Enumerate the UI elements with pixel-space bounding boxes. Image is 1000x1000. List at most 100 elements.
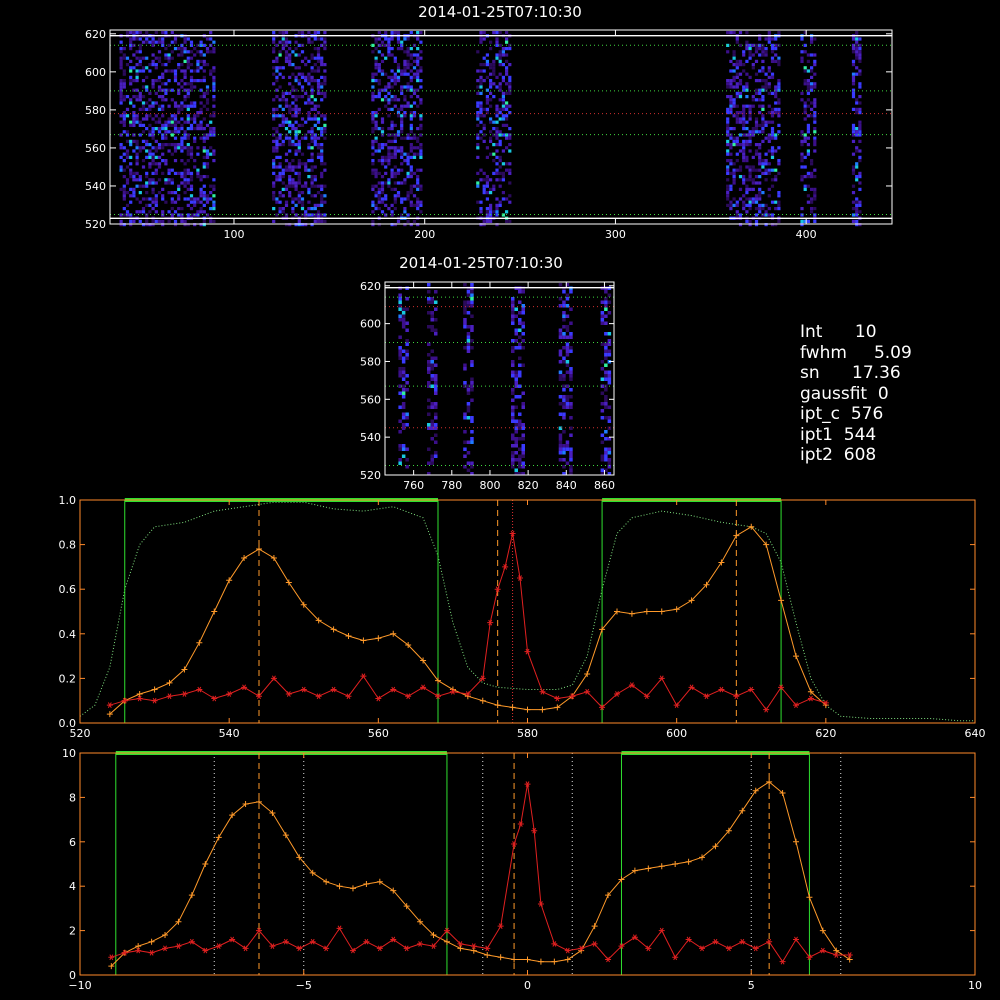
mid-pixel bbox=[430, 426, 434, 430]
top-pixel bbox=[154, 219, 158, 223]
top-pixel bbox=[304, 168, 308, 172]
top-pixel bbox=[374, 114, 378, 118]
top-pixel bbox=[803, 104, 807, 108]
top-pixel bbox=[291, 107, 295, 111]
top-pixel bbox=[732, 85, 736, 89]
mid-pixel bbox=[470, 314, 474, 318]
top-pixel bbox=[177, 194, 181, 198]
top-pixel bbox=[751, 127, 755, 131]
top-pixel bbox=[138, 133, 142, 137]
top-pixel bbox=[320, 59, 324, 63]
top-pixel bbox=[196, 175, 200, 179]
top-pixel bbox=[294, 98, 298, 102]
top-pixel bbox=[858, 56, 862, 60]
top-pixel bbox=[501, 50, 505, 54]
top-pixel bbox=[742, 114, 746, 118]
top-pixel bbox=[777, 130, 781, 134]
mid-pixel bbox=[518, 356, 522, 360]
top-pixel bbox=[406, 175, 410, 179]
orange-profile-marker bbox=[645, 865, 652, 872]
top-pixel bbox=[489, 40, 493, 44]
top-pixel bbox=[858, 175, 862, 179]
mid-pixel bbox=[463, 346, 467, 350]
top-pixel bbox=[278, 40, 282, 44]
top-pixel bbox=[774, 107, 778, 111]
top-pixel bbox=[400, 47, 404, 51]
top-pixel bbox=[501, 47, 505, 51]
off-xtick-label: −5 bbox=[296, 979, 312, 992]
top-pixel bbox=[122, 85, 126, 89]
wl-ytick-label: 0.2 bbox=[59, 672, 77, 685]
top-pixel bbox=[403, 223, 407, 227]
top-pixel bbox=[390, 139, 394, 143]
off-xtick-label: 5 bbox=[748, 979, 755, 992]
top-pixel bbox=[148, 155, 152, 159]
top-pixel bbox=[132, 114, 136, 118]
top-pixel bbox=[173, 130, 178, 134]
top-pixel bbox=[495, 56, 499, 60]
mid-pixel bbox=[604, 370, 608, 374]
top-pixel bbox=[186, 152, 190, 156]
orange-profile-marker bbox=[151, 686, 158, 693]
orange-profile-marker bbox=[136, 691, 143, 698]
top-pixel bbox=[777, 114, 781, 118]
top-pixel bbox=[751, 130, 755, 134]
top-pixel bbox=[323, 69, 327, 73]
mid-pixel bbox=[569, 388, 573, 392]
top-pixel bbox=[476, 101, 480, 105]
top-pixel bbox=[758, 47, 762, 51]
mid-pixel bbox=[398, 430, 402, 434]
top-pixel bbox=[855, 101, 859, 105]
top-pixel bbox=[132, 149, 136, 153]
top-pixel bbox=[489, 178, 493, 182]
top-pixel bbox=[396, 130, 401, 134]
mid-pixel bbox=[607, 293, 612, 297]
top-pixel bbox=[291, 114, 295, 118]
off-xtick-label: 10 bbox=[968, 979, 982, 992]
top-pixel bbox=[419, 187, 423, 191]
top-pixel bbox=[157, 85, 162, 89]
top-pixel bbox=[138, 191, 142, 195]
top-pixel bbox=[764, 171, 768, 175]
top-pixel bbox=[135, 159, 139, 163]
top-pixel bbox=[384, 37, 388, 41]
top-pixel bbox=[387, 149, 391, 153]
top-pixel bbox=[732, 101, 736, 105]
top-pixel bbox=[485, 95, 489, 99]
top-pixel bbox=[748, 47, 752, 51]
mid-pixel bbox=[430, 402, 434, 406]
off-ytick-label: 8 bbox=[69, 791, 76, 804]
top-pixel bbox=[183, 130, 187, 134]
top-pixel bbox=[183, 50, 187, 54]
top-pixel bbox=[125, 181, 130, 185]
top-pixel bbox=[161, 72, 165, 76]
top-pixel bbox=[393, 98, 397, 102]
top-pixel bbox=[505, 69, 509, 73]
top-pixel bbox=[177, 91, 181, 95]
top-pixel bbox=[495, 40, 499, 44]
top-pixel bbox=[304, 184, 308, 188]
top-pixel bbox=[180, 123, 184, 127]
mid-pixel bbox=[463, 412, 467, 416]
mid-pixel bbox=[562, 314, 566, 318]
top-pixel bbox=[419, 31, 423, 35]
top-ytick-label: 580 bbox=[85, 104, 106, 117]
top-pixel bbox=[320, 175, 324, 179]
top-pixel bbox=[119, 56, 123, 60]
orange-profile-marker bbox=[256, 546, 262, 553]
mid-pixel bbox=[521, 304, 525, 308]
top-pixel bbox=[742, 120, 746, 124]
top-pixel bbox=[726, 165, 730, 169]
top-pixel bbox=[489, 130, 493, 134]
mid-pixel bbox=[569, 416, 573, 420]
mid-pixel bbox=[427, 300, 431, 304]
top-pixel bbox=[145, 37, 149, 41]
top-pixel bbox=[196, 213, 200, 217]
top-pixel bbox=[161, 82, 165, 86]
top-pixel bbox=[320, 194, 324, 198]
top-pixel bbox=[310, 66, 314, 70]
mid-pixel bbox=[463, 381, 467, 385]
top-pixel bbox=[132, 187, 136, 191]
top-pixel bbox=[416, 56, 420, 60]
top-pixel bbox=[813, 59, 817, 63]
